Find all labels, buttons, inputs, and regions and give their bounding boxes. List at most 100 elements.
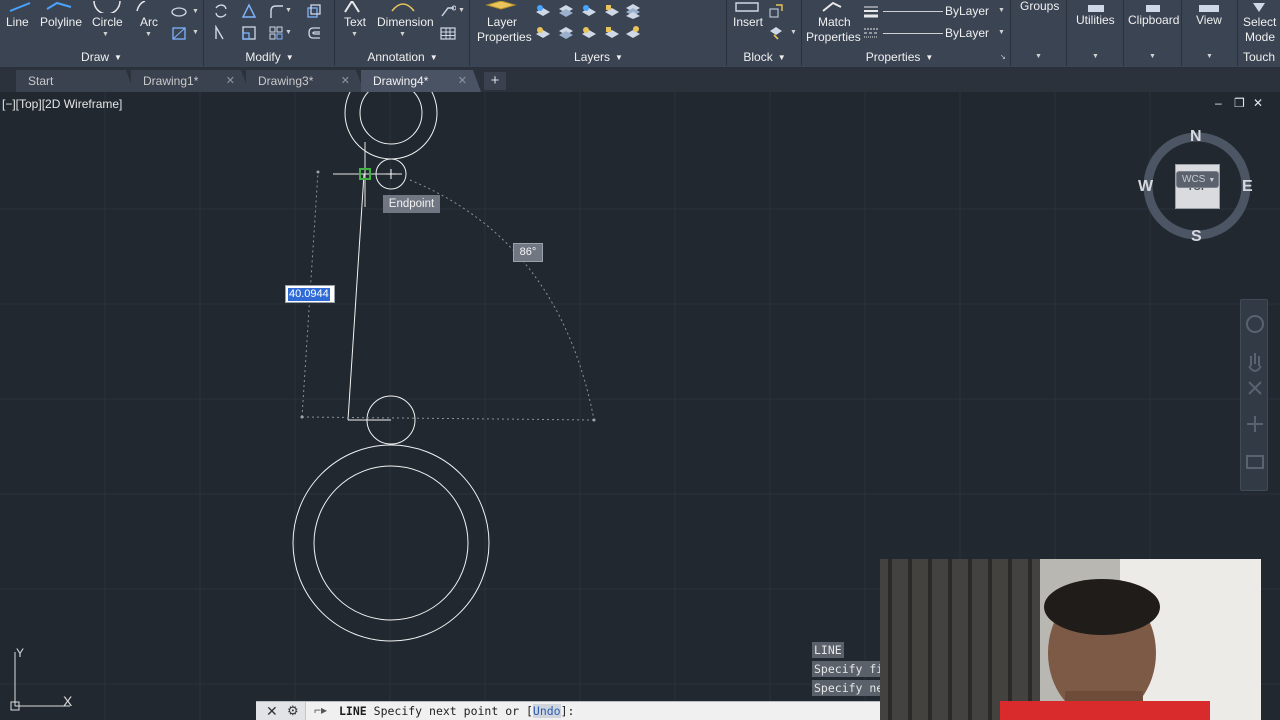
dialog-launcher-icon[interactable]: ↘: [1000, 53, 1006, 61]
properties-panel-title[interactable]: Properties ▼: [803, 48, 996, 66]
close-icon[interactable]: ✕: [266, 703, 278, 720]
hatch-icon[interactable]: [171, 25, 187, 41]
array-icon[interactable]: [268, 25, 284, 41]
command-prompt[interactable]: LINE Specify next point or [Undo]:: [339, 704, 574, 718]
bottom-inner-circle[interactable]: [313, 465, 469, 621]
offset-icon[interactable]: [306, 25, 322, 41]
viewport-controls[interactable]: [−][Top][2D Wireframe]: [2, 97, 122, 111]
tab-drawing4[interactable]: Drawing4* ✕: [361, 70, 481, 92]
arc-dropdown-icon[interactable]: ▼: [145, 31, 152, 38]
layer-off-icon[interactable]: [534, 3, 550, 19]
viewport-close-button[interactable]: ✕: [1253, 96, 1263, 110]
mirror-icon[interactable]: [241, 3, 257, 19]
rubberband-line[interactable]: [347, 173, 365, 421]
lineweight-icon[interactable]: [863, 3, 879, 19]
showmotion-icon[interactable]: [1246, 455, 1264, 469]
layer-freeze-icon[interactable]: [580, 3, 596, 19]
command-history-line: Specify fi: [812, 661, 882, 677]
compass-east[interactable]: E: [1242, 178, 1253, 196]
layer-isolate-icon[interactable]: [557, 3, 573, 19]
bottom-outer-circle[interactable]: [292, 444, 490, 642]
layer-state-icon[interactable]: [624, 3, 640, 19]
view-panel[interactable]: View ▼: [1183, 0, 1238, 66]
circle-dropdown-icon[interactable]: ▼: [102, 31, 109, 38]
compass-north[interactable]: N: [1190, 128, 1202, 146]
viewport-minimize-button[interactable]: –: [1215, 96, 1222, 110]
utilities-panel[interactable]: Utilities ▼: [1068, 0, 1124, 66]
move-icon[interactable]: [213, 3, 229, 19]
modify-panel-title[interactable]: Modify ▼: [205, 48, 334, 66]
orbit-icon[interactable]: [1247, 416, 1263, 432]
layer-make-current-icon[interactable]: [534, 25, 550, 41]
tab-drawing3[interactable]: Drawing3* ✕: [246, 70, 364, 92]
viewport-restore-button[interactable]: ❒: [1234, 96, 1245, 110]
lineweight-select[interactable]: ByLayer ▼: [883, 2, 1009, 20]
text-dropdown-icon[interactable]: ▼: [351, 31, 358, 38]
match-label-2[interactable]: Properties: [806, 30, 861, 44]
new-tab-button[interactable]: +: [484, 72, 506, 90]
leader-dropdown-icon[interactable]: ▼: [458, 7, 465, 14]
leader-icon[interactable]: [440, 2, 457, 18]
command-line[interactable]: ✕ ⚙ ⌐▸ LINE Specify next point or [Undo]…: [256, 701, 880, 720]
block-panel-title[interactable]: Block ▼: [728, 48, 801, 66]
line-button-label[interactable]: Line: [6, 15, 29, 29]
clipboard-panel[interactable]: Clipboard ▼: [1125, 0, 1182, 66]
scale-icon[interactable]: [241, 25, 257, 41]
array-dropdown-icon[interactable]: ▼: [285, 29, 292, 36]
tab-drawing1[interactable]: Drawing1* ✕: [131, 70, 249, 92]
block-edit-dropdown-icon[interactable]: ▼: [790, 29, 797, 36]
dimension-dropdown-icon[interactable]: ▼: [399, 31, 406, 38]
edit-block-icon[interactable]: [768, 25, 784, 41]
select-mode-label-1[interactable]: Select: [1243, 15, 1276, 29]
fillet-dropdown-icon[interactable]: ▼: [285, 7, 292, 14]
distance-input[interactable]: 40.0944: [285, 285, 335, 303]
layer-unlock-icon[interactable]: [603, 25, 619, 41]
match-label-1[interactable]: Match: [818, 15, 851, 29]
select-mode-label-2[interactable]: Mode: [1245, 30, 1275, 44]
top-outer-circle[interactable]: [344, 92, 438, 160]
layer-walk-icon[interactable]: [624, 25, 640, 41]
tab-start[interactable]: Start: [16, 70, 134, 92]
wcs-menu[interactable]: WCS ▼: [1176, 171, 1219, 188]
layer-match-icon[interactable]: [557, 25, 573, 41]
annotation-panel-title[interactable]: Annotation ▼: [336, 48, 469, 66]
draw-panel-title[interactable]: Draw ▼: [0, 48, 203, 66]
circle-button-label[interactable]: Circle: [92, 15, 123, 29]
steering-wheel-icon[interactable]: [1246, 315, 1264, 333]
groups-panel[interactable]: Groups ▼: [1012, 0, 1067, 66]
dimension-button-label[interactable]: Dimension: [377, 15, 434, 29]
linetype-icon[interactable]: [863, 25, 879, 41]
layer-properties-label-2[interactable]: Properties: [477, 30, 532, 44]
compass-west[interactable]: W: [1138, 178, 1153, 196]
layers-panel-title[interactable]: Layers ▼: [471, 48, 726, 66]
text-button-label[interactable]: Text: [344, 15, 366, 29]
stretch-icon[interactable]: [213, 24, 229, 41]
linetype-select[interactable]: ByLayer ▼: [883, 24, 1009, 42]
chevron-down-icon: ▼: [1208, 177, 1216, 184]
table-icon[interactable]: [440, 25, 456, 41]
ellipse-dropdown-icon[interactable]: ▼: [192, 8, 199, 15]
pan-icon[interactable]: [1248, 353, 1262, 372]
polyline-button-label[interactable]: Polyline: [40, 15, 82, 29]
navigation-bar: [1240, 299, 1268, 491]
ellipse-icon[interactable]: [171, 4, 187, 20]
layer-previous-icon[interactable]: [580, 25, 596, 41]
create-block-icon[interactable]: [768, 3, 784, 19]
copy-icon[interactable]: [306, 3, 322, 19]
layer-lock-icon[interactable]: [603, 3, 619, 19]
insert-button-label[interactable]: Insert: [733, 15, 763, 29]
close-icon[interactable]: ✕: [226, 70, 235, 92]
compass-south[interactable]: S: [1191, 228, 1202, 246]
wrench-icon[interactable]: ⚙: [287, 703, 299, 719]
close-icon[interactable]: ✕: [458, 70, 467, 92]
undo-option[interactable]: Undo: [532, 704, 561, 718]
arc-button-label[interactable]: Arc: [140, 15, 158, 29]
viewcube[interactable]: N S E W TOP: [1138, 128, 1255, 248]
fillet-icon[interactable]: [268, 3, 284, 19]
close-icon[interactable]: ✕: [341, 70, 350, 92]
layer-properties-label-1[interactable]: Layer: [487, 15, 517, 29]
zoom-icon[interactable]: [1248, 381, 1262, 395]
angle-tooltip[interactable]: 86°: [513, 243, 543, 262]
top-inner-circle[interactable]: [359, 92, 423, 145]
hatch-dropdown-icon[interactable]: ▼: [192, 29, 199, 36]
